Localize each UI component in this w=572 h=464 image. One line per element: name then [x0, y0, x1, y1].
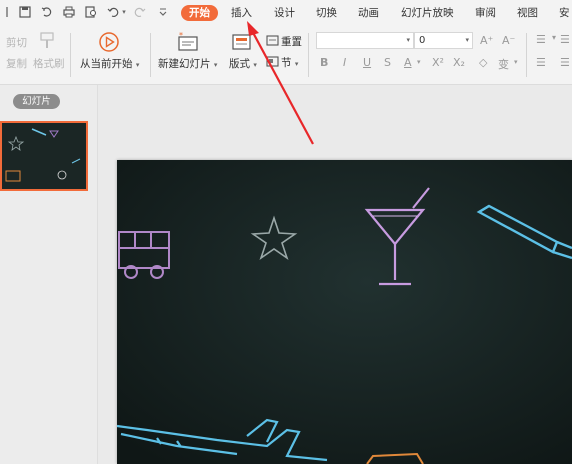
- undo-dropdown-icon[interactable]: ▾: [120, 5, 128, 19]
- save-icon[interactable]: [18, 5, 32, 19]
- bullets-dropdown-icon[interactable]: ▾: [552, 33, 556, 42]
- superscript-icon[interactable]: X²: [432, 56, 444, 69]
- slide[interactable]: [117, 160, 572, 464]
- customize-icon[interactable]: [156, 5, 170, 19]
- tab-insert[interactable]: 插入: [231, 5, 252, 21]
- clear-format-icon[interactable]: ◇: [479, 56, 487, 69]
- format-painter-icon: [37, 30, 57, 53]
- separator: [526, 33, 527, 77]
- font-size-value: 0: [419, 35, 426, 46]
- font-color-icon[interactable]: A: [404, 56, 412, 69]
- tab-review[interactable]: 审阅: [475, 5, 496, 21]
- tab-animations[interactable]: 动画: [358, 5, 379, 21]
- font-name-dropdown-icon[interactable]: ▾: [406, 36, 410, 44]
- slides-panel: 幻灯片: [0, 85, 98, 464]
- slide-thumbnail-image: [2, 123, 86, 189]
- tab-slideshow[interactable]: 幻灯片放映: [401, 5, 454, 21]
- underline-icon[interactable]: U: [363, 56, 371, 69]
- layout-button[interactable]: 版式 ▾: [229, 56, 257, 71]
- new-slide-icon: *: [177, 31, 199, 55]
- slides-tab[interactable]: 幻灯片: [13, 94, 60, 109]
- tab-design[interactable]: 设计: [274, 5, 295, 21]
- separator: [150, 33, 151, 77]
- new-slide-button[interactable]: 新建幻灯片 ▾: [158, 56, 217, 71]
- text-effects-dropdown-icon[interactable]: ▾: [514, 58, 518, 66]
- separator: [70, 33, 71, 77]
- font-size-dropdown-icon[interactable]: ▾: [465, 33, 469, 48]
- redo-history-icon[interactable]: [40, 5, 54, 19]
- section-label: 节: [281, 57, 292, 69]
- section-button[interactable]: 节 ▾: [281, 55, 298, 70]
- format-painter-button[interactable]: 格式刷: [33, 56, 65, 71]
- tab-view[interactable]: 视图: [517, 5, 538, 21]
- bold-icon[interactable]: B: [320, 56, 328, 69]
- tab-security[interactable]: 安: [559, 5, 570, 21]
- cut-button[interactable]: 剪切: [6, 35, 27, 50]
- play-icon: [98, 31, 120, 56]
- copy-button[interactable]: 复制: [6, 56, 27, 71]
- bullets-icon[interactable]: ☰: [536, 33, 546, 46]
- italic-icon[interactable]: I: [343, 56, 346, 69]
- slide-thumbnail[interactable]: [0, 121, 88, 191]
- print-preview-icon[interactable]: [84, 5, 98, 19]
- undo-icon[interactable]: [106, 5, 120, 19]
- font-color-dropdown-icon[interactable]: ▾: [417, 58, 421, 66]
- svg-text:*: *: [179, 32, 183, 40]
- subscript-icon[interactable]: X₂: [453, 56, 465, 69]
- play-from-current-label: 从当前开始: [80, 58, 133, 70]
- new-slide-label: 新建幻灯片: [158, 58, 211, 70]
- chalkboard-image: [117, 160, 572, 464]
- font-name-field[interactable]: ▾: [316, 32, 414, 49]
- align-center-icon[interactable]: ☰: [560, 56, 570, 69]
- ribbon: 剪切 复制 格式刷 从当前开始 ▾ * 新建幻灯片 ▾ 版式 ▾ 重置 节 ▾ …: [0, 27, 572, 85]
- print-icon[interactable]: [62, 5, 76, 19]
- redo-icon[interactable]: [133, 5, 147, 19]
- section-icon: [266, 56, 279, 71]
- layout-icon: [232, 32, 252, 55]
- separator: [308, 33, 309, 77]
- reset-button[interactable]: 重置: [281, 34, 302, 49]
- font-size-field[interactable]: 0 ▾: [414, 32, 473, 49]
- shadow-icon[interactable]: S: [384, 56, 391, 69]
- decrease-font-icon[interactable]: A⁻: [502, 34, 515, 47]
- tab-transitions[interactable]: 切换: [316, 5, 337, 21]
- play-from-current-button[interactable]: 从当前开始 ▾: [80, 56, 139, 71]
- align-left-icon[interactable]: ☰: [536, 56, 546, 69]
- increase-font-icon[interactable]: A⁺: [480, 34, 493, 47]
- menu-bar: ▾ 开始 插入 设计 切换 动画 幻灯片放映 审阅 视图 安: [0, 0, 572, 27]
- numbering-icon[interactable]: ☰: [560, 33, 570, 46]
- menu-icon[interactable]: [0, 5, 14, 19]
- reset-icon: [266, 35, 279, 50]
- tab-home[interactable]: 开始: [181, 5, 218, 21]
- text-effects-icon[interactable]: 变: [498, 56, 509, 72]
- layout-label: 版式: [229, 58, 250, 70]
